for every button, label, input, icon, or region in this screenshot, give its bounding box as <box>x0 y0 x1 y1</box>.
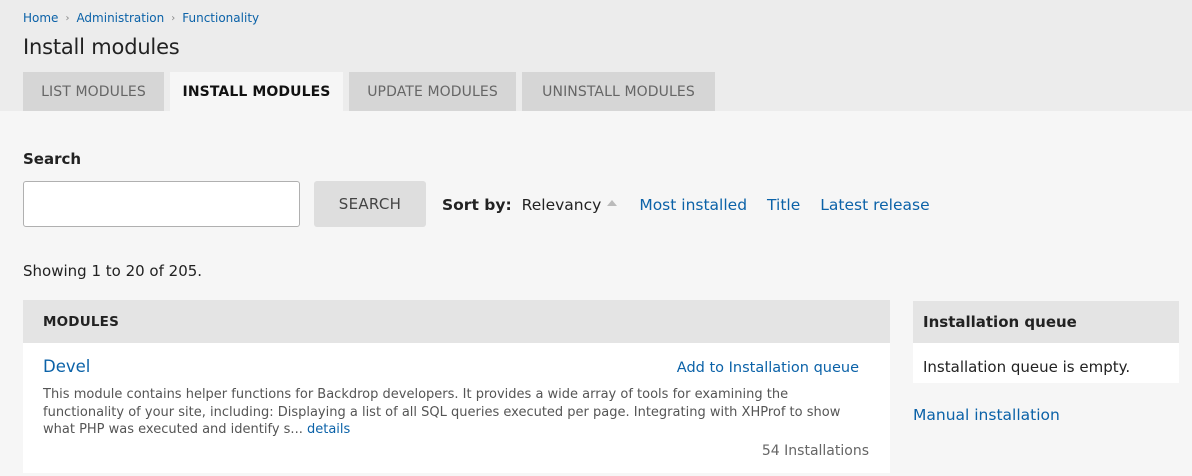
search-input[interactable] <box>23 181 300 227</box>
sort-most-installed-link[interactable]: Most installed <box>639 196 747 214</box>
installation-queue-panel: Installation queue Installation queue is… <box>913 301 1179 383</box>
search-label: Search <box>23 150 82 168</box>
page-title: Install modules <box>23 35 180 59</box>
sort-label: Sort by: <box>442 196 512 214</box>
installation-queue-header: Installation queue <box>913 301 1179 343</box>
modules-panel: MODULES Devel Add to Installation queue … <box>23 300 890 473</box>
results-count: Showing 1 to 20 of 205. <box>23 262 203 280</box>
tab-uninstall-modules[interactable]: UNINSTALL MODULES <box>522 72 715 111</box>
module-description: This module contains helper functions fo… <box>43 386 873 439</box>
tab-install-modules[interactable]: INSTALL MODULES <box>170 72 343 111</box>
modules-panel-header: MODULES <box>23 300 890 343</box>
tab-list-modules[interactable]: LIST MODULES <box>23 72 164 111</box>
sort-current-relevancy[interactable]: Relevancy <box>522 196 602 214</box>
module-description-text: This module contains helper functions fo… <box>43 387 841 437</box>
module-details-link[interactable]: details <box>307 422 350 437</box>
module-install-count: 54 Installations <box>761 443 869 459</box>
breadcrumb-administration[interactable]: Administration <box>76 11 164 25</box>
breadcrumb: Home › Administration › Functionality <box>23 11 259 25</box>
module-name-link[interactable]: Devel <box>43 357 90 376</box>
breadcrumb-separator: › <box>171 12 176 24</box>
tab-update-modules[interactable]: UPDATE MODULES <box>349 72 516 111</box>
breadcrumb-separator: › <box>65 12 70 24</box>
sort-ascending-icon <box>607 200 618 206</box>
page-header: Home › Administration › Functionality In… <box>0 0 1192 111</box>
add-to-queue-link[interactable]: Add to Installation queue <box>677 360 859 376</box>
installation-queue-empty-text: Installation queue is empty. <box>923 358 1131 376</box>
search-button[interactable]: SEARCH <box>314 181 426 227</box>
sort-latest-release-link[interactable]: Latest release <box>820 196 929 214</box>
manual-installation-link[interactable]: Manual installation <box>913 406 1060 424</box>
breadcrumb-home[interactable]: Home <box>23 11 58 25</box>
tab-bar: LIST MODULES INSTALL MODULES UPDATE MODU… <box>23 72 721 111</box>
breadcrumb-functionality[interactable]: Functionality <box>182 11 259 25</box>
sort-title-link[interactable]: Title <box>767 196 800 214</box>
sort-controls: Sort by: Relevancy Most installed Title … <box>442 196 950 214</box>
